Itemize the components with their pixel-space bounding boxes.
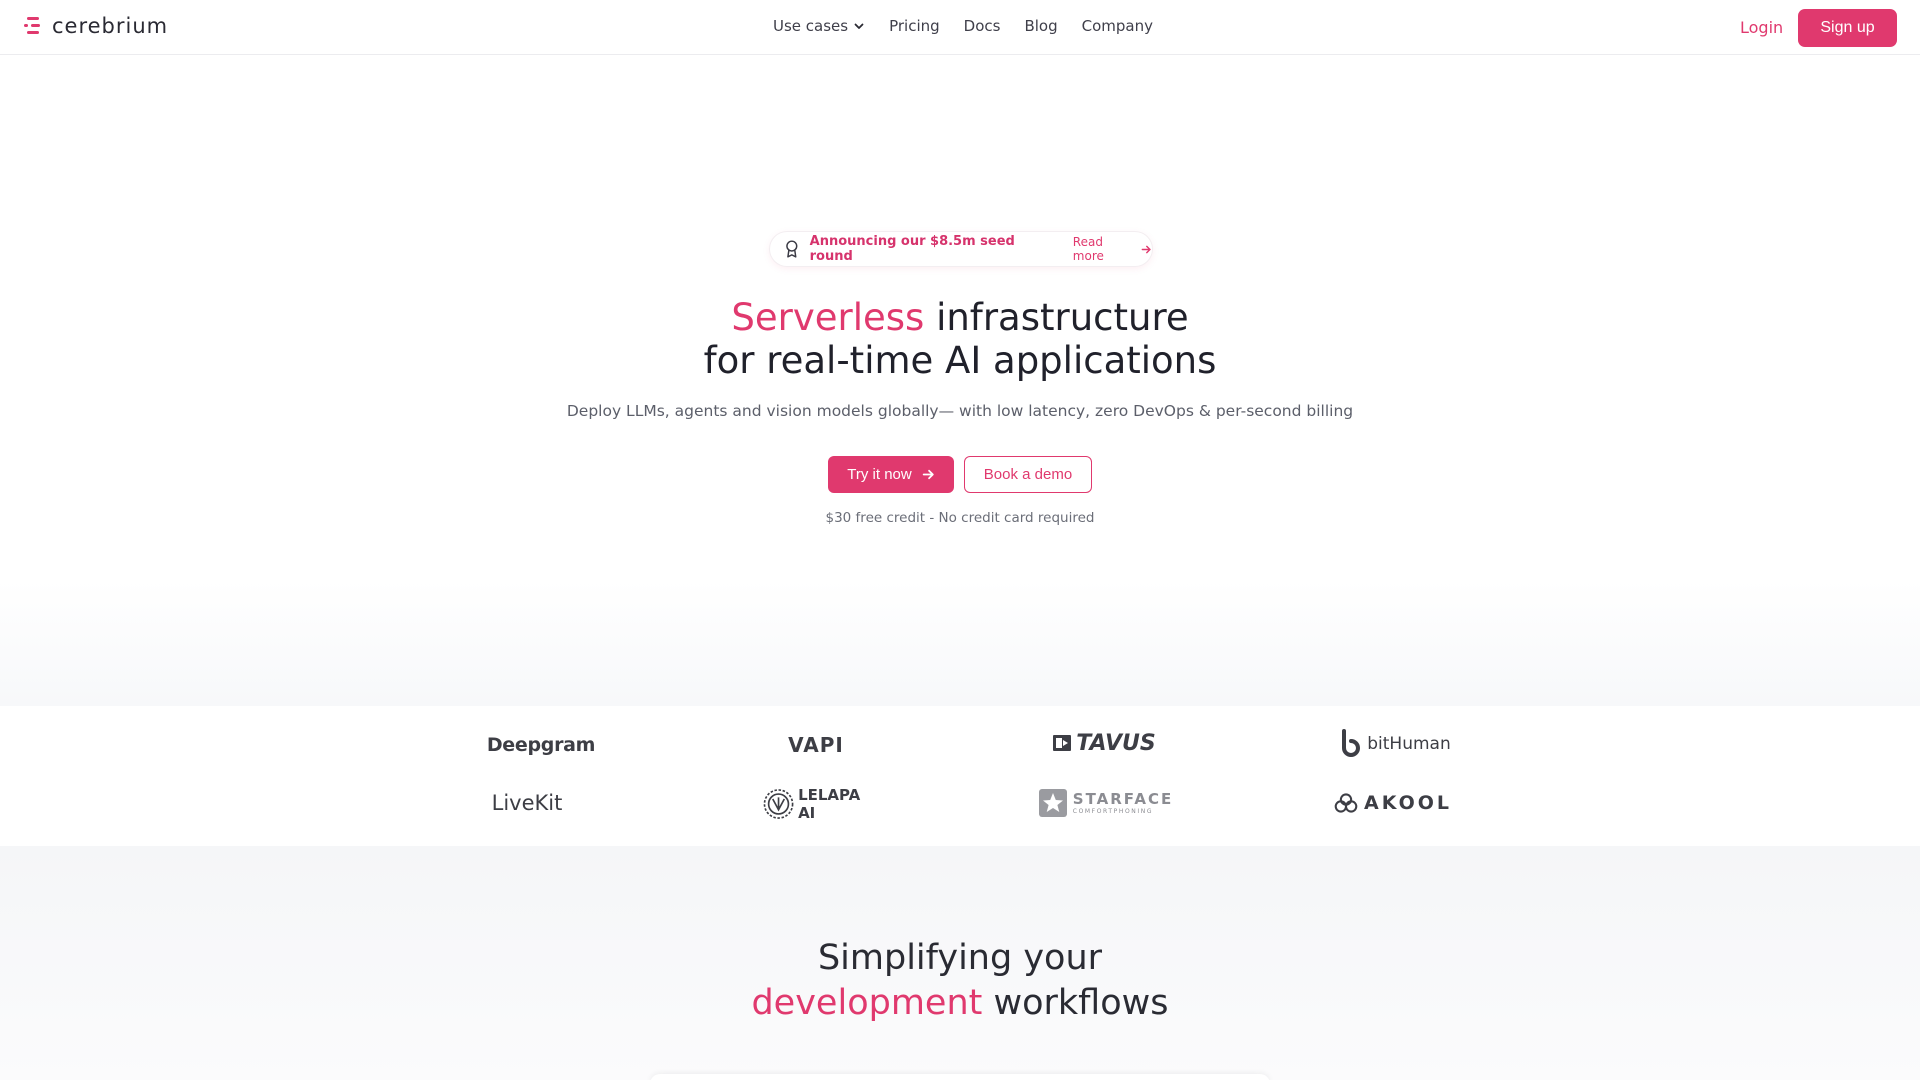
vapi-logo: VAPI: [776, 730, 856, 760]
hero-title-line1-rest: infrastructure: [924, 296, 1189, 339]
cerebrium-logo-icon: [24, 15, 44, 37]
signup-button[interactable]: Sign up: [1798, 9, 1897, 47]
chevron-down-icon: [854, 23, 864, 29]
brand-logo[interactable]: cerebrium: [24, 14, 168, 38]
deepgram-logo: Deepgram: [476, 730, 606, 760]
hero-subtitle: Deploy LLMs, agents and vision models gl…: [566, 402, 1354, 420]
lelapa-logo-text: LELAPA AI: [798, 786, 861, 822]
customer-logos: Deepgram VAPI TAVUS bitHuman LiveKit LEL…: [0, 706, 1920, 846]
read-more-label: Read more: [1072, 235, 1104, 263]
announcement-text: Announcing our $8.5m seed round: [809, 234, 1015, 264]
livekit-logo: LiveKit: [484, 788, 570, 818]
deepgram-logo-text: Deepgram: [486, 734, 596, 756]
starface-logo-text: STARFACE: [1072, 789, 1174, 808]
brand-name: cerebrium: [52, 14, 169, 38]
hero-title: Serverless infrastructure for real-time …: [0, 296, 1920, 382]
try-it-now-label: Try it now: [847, 466, 912, 483]
nav-use-cases-label: Use cases: [773, 17, 849, 35]
starface-tagline: COMFORTPHONING: [1072, 807, 1154, 815]
workflows-title-line1: Simplifying your: [817, 938, 1103, 978]
nav-blog[interactable]: Blog: [1024, 17, 1057, 35]
nav-use-cases[interactable]: Use cases: [773, 17, 865, 35]
tavus-logo: TAVUS: [1052, 728, 1156, 758]
hero-title-line2: for real-time AI applications: [703, 339, 1217, 382]
nav-pricing[interactable]: Pricing: [889, 17, 940, 35]
lelapa-logo: LELAPA AI: [762, 784, 868, 824]
akool-logo: AKOOL: [1334, 788, 1452, 818]
bithuman-logo-text: bitHuman: [1367, 734, 1451, 754]
arrow-right-icon: [1141, 245, 1151, 253]
hero-title-accent: Serverless: [731, 296, 925, 339]
lelapa-emblem-icon: [763, 789, 794, 819]
star-icon: [1038, 789, 1067, 817]
akool-logo-text: AKOOL: [1364, 792, 1452, 814]
login-link[interactable]: Login: [1740, 18, 1783, 37]
workflows-title-rest: workflows: [982, 983, 1169, 1023]
arrow-right-icon: [922, 469, 934, 480]
tavus-mark-icon: [1053, 735, 1072, 751]
nav-docs[interactable]: Docs: [964, 17, 1001, 35]
free-credit-note: $30 free credit - No credit card require…: [825, 510, 1095, 526]
vapi-logo-text: VAPI: [788, 733, 844, 757]
workflows-title: Simplifying your development workflows: [0, 936, 1920, 1026]
bithuman-mark-icon: [1342, 729, 1361, 757]
read-more-link[interactable]: Read more: [1073, 235, 1152, 263]
award-ribbon-icon: [786, 240, 798, 258]
book-demo-button[interactable]: Book a demo: [964, 456, 1092, 493]
livekit-logo-text: LiveKit: [491, 791, 563, 815]
feature-card-preview: [650, 1074, 1270, 1080]
akool-mark-icon: [1334, 793, 1358, 813]
nav-company[interactable]: Company: [1082, 17, 1153, 35]
starface-wordmark: STARFACE COMFORTPHONING: [1072, 789, 1174, 815]
bithuman-logo: bitHuman: [1338, 728, 1452, 760]
starface-logo: STARFACE COMFORTPHONING: [1038, 786, 1174, 820]
top-nav: cerebrium Use cases Pricing Docs Blog Co…: [0, 0, 1920, 55]
announcement-badge[interactable]: Announcing our $8.5m seed round Read mor…: [770, 232, 1152, 266]
main-nav: Use cases Pricing Docs Blog Company: [773, 17, 1153, 35]
hero-bottom-gradient: [0, 580, 1920, 706]
workflows-title-accent: development: [751, 983, 983, 1023]
tavus-logo-text: TAVUS: [1076, 730, 1156, 756]
try-it-now-button[interactable]: Try it now: [828, 456, 954, 493]
